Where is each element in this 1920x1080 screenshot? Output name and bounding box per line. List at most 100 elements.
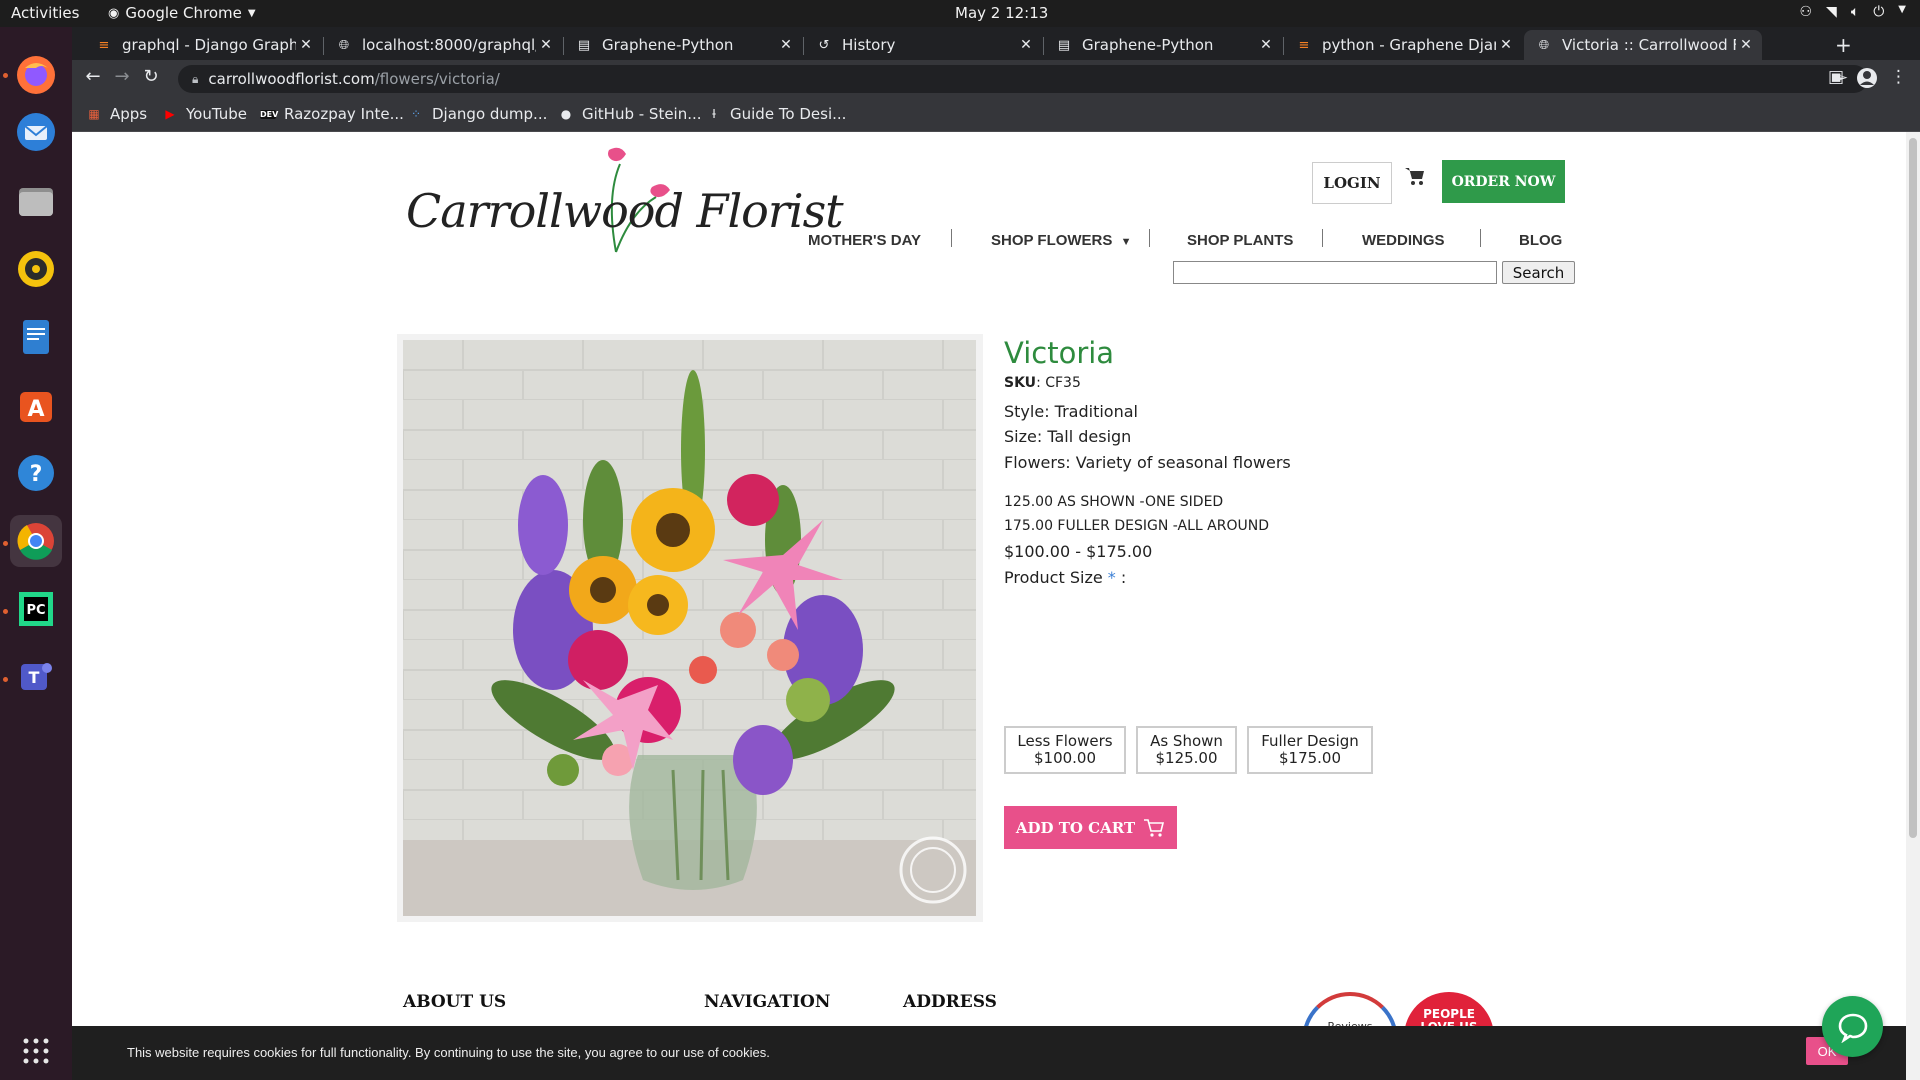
login-button[interactable]: LOGIN <box>1312 162 1392 204</box>
browser-tab[interactable]: ▤ Graphene-Python ✕ <box>1044 30 1282 60</box>
activities-button[interactable]: Activities <box>11 4 79 22</box>
bookmark-label: GitHub - Stein... <box>582 105 702 123</box>
chat-widget-button[interactable] <box>1822 996 1883 1057</box>
close-icon[interactable]: ✕ <box>1736 37 1756 53</box>
software-icon[interactable]: A <box>10 379 62 431</box>
rhythmbox-icon[interactable] <box>10 243 62 295</box>
network-indicator-icon: ⚇ <box>1799 4 1813 20</box>
browser-tab[interactable]: 🌐︎ localhost:8000/graphql/ ✕ <box>324 30 562 60</box>
chrome-icon[interactable] <box>10 515 62 567</box>
pycharm-icon[interactable]: PC <box>10 583 62 635</box>
globe-icon: 🌐︎ <box>338 37 350 53</box>
search-button[interactable]: Search <box>1502 261 1575 284</box>
nav-separator <box>1480 229 1481 247</box>
size-option-as-shown[interactable]: As Shown $125.00 <box>1136 726 1237 774</box>
bookmark-guide[interactable]: Ɨ Guide To Desi... <box>706 105 846 123</box>
size-label-colon: : <box>1120 568 1127 587</box>
product-sku: SKU: CF35 <box>1004 375 1081 391</box>
tab-title: python - Graphene Django <box>1322 36 1496 54</box>
nav-shop-plants[interactable]: SHOP PLANTS <box>1187 232 1293 249</box>
nav-weddings[interactable]: WEDDINGS <box>1362 232 1445 249</box>
close-icon[interactable]: ✕ <box>536 37 556 53</box>
app-menu[interactable]: ◉ Google Chrome ▼ <box>108 4 256 22</box>
dots-icon: ⁘ <box>410 107 422 121</box>
bookmark-youtube[interactable]: ▶ YouTube <box>162 105 247 123</box>
bookmark-razorpay[interactable]: DEV Razozpay Inte... <box>260 105 404 123</box>
product-title: Victoria <box>1004 336 1115 370</box>
lock-icon: 🔒︎ <box>192 71 199 86</box>
help-icon[interactable]: ? <box>10 447 62 499</box>
caret-down-icon: ▼ <box>1120 236 1132 248</box>
product-size-desc: Size: Tall design <box>1004 427 1132 446</box>
search-input[interactable] <box>1173 261 1497 284</box>
nav-blog[interactable]: BLOG <box>1519 232 1562 249</box>
os-top-bar: Activities ◉ Google Chrome ▼ May 2 12:13… <box>0 0 1920 27</box>
scrollbar-thumb[interactable] <box>1909 138 1917 838</box>
bookmark-apps[interactable]: ▦ Apps <box>86 105 147 123</box>
browser-tab[interactable]: ↺ History ✕ <box>804 30 1042 60</box>
web-page: Carrollwood Florist LOGIN ORDER NOW MOTH… <box>72 132 1906 1080</box>
caret-down-icon: ▼ <box>247 7 256 19</box>
kebab-menu-icon[interactable]: ⋮ <box>1890 67 1907 87</box>
show-apps-icon[interactable] <box>10 1025 62 1077</box>
nav-mothers-day[interactable]: MOTHER'S DAY <box>808 232 921 249</box>
size-label-text: Product Size <box>1004 568 1103 587</box>
nav-shop-flowers[interactable]: SHOP FLOWERS ▼ <box>991 232 1131 249</box>
bookmark-django-dump[interactable]: ⁘ Django dump... <box>408 105 547 123</box>
add-to-cart-button[interactable]: ADD TO CART <box>1004 806 1177 849</box>
thunderbird-icon[interactable] <box>10 106 62 158</box>
tab-title: Graphene-Python <box>1082 36 1214 54</box>
close-icon[interactable]: ✕ <box>1496 37 1516 53</box>
new-tab-plus-icon[interactable]: + <box>1835 33 1852 57</box>
browser-tab[interactable]: ≡ python - Graphene Django ✕ <box>1284 30 1522 60</box>
reload-icon[interactable]: ↻ <box>138 66 164 87</box>
system-tray[interactable]: ⚇ ◥ 🔈︎ ⏻ ▼ <box>1799 4 1906 20</box>
caret-down-icon: ▼ <box>1898 4 1906 15</box>
close-icon[interactable]: ✕ <box>296 37 316 53</box>
back-arrow-icon[interactable]: ← <box>80 66 106 87</box>
browser-tab[interactable]: ▤ Graphene-Python ✕ <box>564 30 802 60</box>
browser-tab[interactable]: ≡ graphql - Django Graphene ✕ <box>84 30 322 60</box>
footer-address-heading: ADDRESS <box>903 992 997 1012</box>
close-icon[interactable]: ✕ <box>1256 37 1276 53</box>
clock[interactable]: May 2 12:13 <box>955 4 1048 22</box>
power-icon: ⏻ <box>1873 4 1885 20</box>
bookmark-label: Guide To Desi... <box>730 105 847 123</box>
files-icon[interactable] <box>10 175 62 227</box>
bookmarks-bar: ▦ Apps ▶ YouTube DEV Razozpay Inte... ⁘ … <box>72 98 1920 132</box>
browser-toolbar: ← → ↻ 🔒︎ carrollwoodflorist.com/flowers/… <box>72 60 1920 98</box>
svg-text:?: ? <box>30 462 43 487</box>
side-panel-icon[interactable]: ▣ <box>1828 67 1844 87</box>
app-menu-label: Google Chrome <box>125 4 242 22</box>
product-flowers: Flowers: Variety of seasonal flowers <box>1004 453 1291 472</box>
running-indicator <box>3 73 8 78</box>
forward-arrow-icon[interactable]: → <box>109 66 135 87</box>
size-option-price: $175.00 <box>1278 749 1342 767</box>
globe-icon: 🌐︎ <box>1538 37 1550 53</box>
order-now-button[interactable]: ORDER NOW <box>1442 160 1565 203</box>
bookmark-label: Apps <box>110 105 148 123</box>
close-icon[interactable]: ✕ <box>776 37 796 53</box>
product-style: Style: Traditional <box>1004 402 1138 421</box>
size-option-name: Fuller Design <box>1261 732 1359 750</box>
dock: A ? PC T <box>0 27 72 1080</box>
close-icon[interactable]: ✕ <box>1016 37 1036 53</box>
price-note-as-shown: 125.00 AS SHOWN -ONE SIDED <box>1004 494 1224 510</box>
bookmark-github[interactable]: ● GitHub - Stein... <box>558 105 702 123</box>
shopping-cart-icon[interactable] <box>1404 166 1426 192</box>
cart-outline-icon <box>1144 818 1165 837</box>
size-option-fuller-design[interactable]: Fuller Design $175.00 <box>1247 726 1373 774</box>
teams-icon[interactable]: T <box>10 651 62 703</box>
firefox-icon[interactable] <box>10 49 62 101</box>
size-option-less-flowers[interactable]: Less Flowers $100.00 <box>1004 726 1126 774</box>
chat-bubble-icon <box>1838 1013 1867 1043</box>
browser-tab-active[interactable]: 🌐︎ Victoria :: Carrollwood Florist ✕ <box>1524 30 1762 60</box>
profile-avatar-icon[interactable] <box>1856 67 1878 94</box>
price-note-fuller: 175.00 FULLER DESIGN -ALL AROUND <box>1004 518 1269 534</box>
bouquet-illustration <box>403 340 976 916</box>
address-bar[interactable]: 🔒︎ carrollwoodflorist.com/flowers/victor… <box>178 65 1873 93</box>
product-photo[interactable] <box>403 340 976 916</box>
writer-icon[interactable] <box>10 311 62 363</box>
site-logo[interactable]: Carrollwood Florist <box>406 142 844 262</box>
page-scrollbar[interactable] <box>1906 132 1920 1080</box>
